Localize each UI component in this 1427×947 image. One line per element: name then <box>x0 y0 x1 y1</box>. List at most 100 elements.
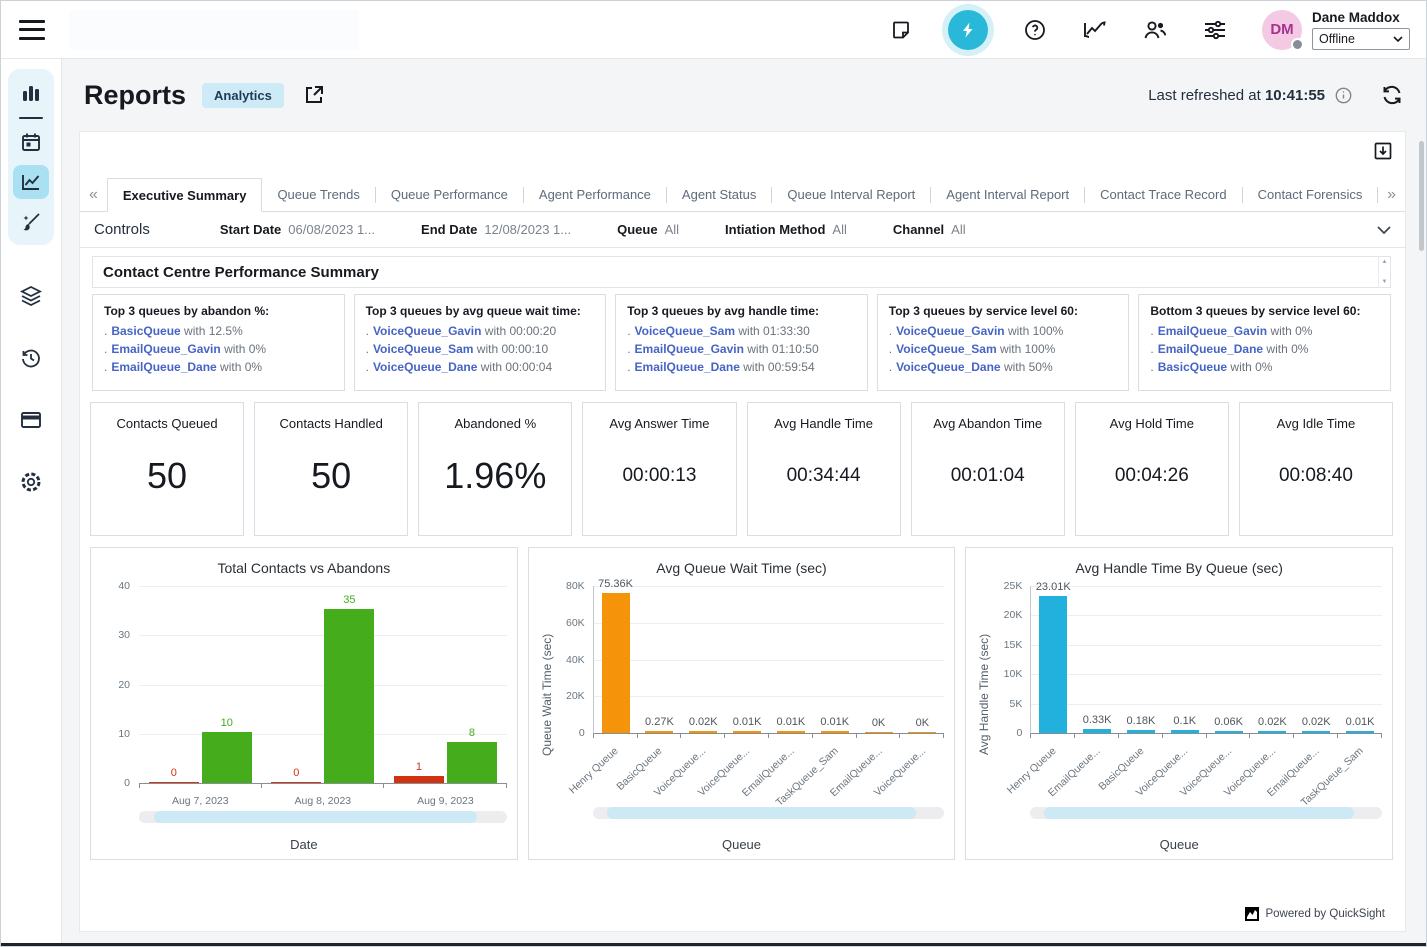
queue-link[interactable]: VoiceQueue_Sam <box>373 342 474 356</box>
agents-icon-svg <box>1142 18 1168 42</box>
sidebar-item-layers[interactable] <box>13 279 49 313</box>
tab-agent-interval-report[interactable]: Agent Interval Report <box>931 178 1084 211</box>
bar[interactable]: 0 <box>149 782 199 784</box>
chart-horizontal-scrollbar[interactable] <box>593 807 945 819</box>
bar[interactable]: 0.18K <box>1127 730 1155 733</box>
bar-value-label: 0K <box>916 717 929 729</box>
tab-queue-interval-report[interactable]: Queue Interval Report <box>772 178 930 211</box>
tab-queue-performance[interactable]: Queue Performance <box>376 178 523 211</box>
bar[interactable]: 10 <box>202 732 252 783</box>
quick-connect-bolt-icon[interactable] <box>948 10 988 50</box>
chart-avg-queue-wait-time: Avg Queue Wait Time (sec) Queue Wait Tim… <box>528 547 956 860</box>
queue-link[interactable]: VoiceQueue_Gavin <box>896 324 1005 338</box>
bar[interactable]: 1 <box>394 776 444 783</box>
queue-link[interactable]: EmailQueue_Gavin <box>635 342 744 356</box>
bar[interactable]: 0.01K <box>733 731 761 733</box>
sidebar-item-settings[interactable] <box>13 465 49 499</box>
summary-scrollbar[interactable]: ▲▼ <box>1378 257 1390 287</box>
sidebar-item-calendar[interactable] <box>13 125 49 159</box>
page-scrollbar[interactable] <box>1419 141 1424 251</box>
queue-link[interactable]: EmailQueue_Dane <box>1158 342 1263 356</box>
y-tick: 10K <box>1004 668 1023 680</box>
bar[interactable]: 0.1K <box>1171 730 1199 733</box>
sidebar-item-bar-chart[interactable] <box>13 77 49 111</box>
bar[interactable]: 35 <box>324 609 374 783</box>
bar[interactable]: 0.01K <box>821 731 849 733</box>
agents-icon[interactable] <box>1142 17 1168 43</box>
bar-value-label: 0.01K <box>820 716 849 728</box>
last-refreshed-text: Last refreshed at 10:41:55 <box>1148 87 1325 104</box>
tab-queue-trends[interactable]: Queue Trends <box>262 178 374 211</box>
x-tick-label: Henry Queue <box>567 745 621 796</box>
info-icon[interactable] <box>1335 87 1352 104</box>
bar[interactable]: 75.36K <box>602 593 630 733</box>
download-button[interactable] <box>1373 141 1393 161</box>
bar[interactable]: 0.02K <box>1302 731 1330 733</box>
queue-link[interactable]: EmailQueue_Dane <box>111 360 216 374</box>
filter-channel[interactable]: ChannelAll <box>893 222 966 237</box>
sidebar-item-line-chart[interactable] <box>13 165 49 199</box>
y-tick: 5K <box>1010 698 1023 710</box>
bar[interactable]: 0.02K <box>1258 731 1286 733</box>
sidebar-item-window[interactable] <box>13 403 49 437</box>
filter-queue[interactable]: QueueAll <box>617 222 679 237</box>
bar-value-label: 35 <box>343 594 355 606</box>
preferences-icon[interactable] <box>1202 17 1228 43</box>
queue-link[interactable]: VoiceQueue_Dane <box>896 360 1000 374</box>
queue-link[interactable]: VoiceQueue_Sam <box>635 324 736 338</box>
bar[interactable]: 0K <box>908 732 936 734</box>
queue-link[interactable]: EmailQueue_Gavin <box>1158 324 1267 338</box>
gear-icon <box>19 470 43 494</box>
bar-value-label: 0.1K <box>1173 715 1196 727</box>
bar[interactable]: 0.01K <box>1346 731 1374 733</box>
help-icon[interactable] <box>1022 17 1048 43</box>
chart-horizontal-scrollbar[interactable] <box>1030 807 1382 819</box>
queue-link[interactable]: VoiceQueue_Dane <box>373 360 477 374</box>
tabs-scroll-left-icon[interactable]: « <box>80 186 107 211</box>
bar[interactable]: 8 <box>447 742 497 783</box>
bar-slot: 0.01K <box>813 586 857 733</box>
metrics-icon[interactable] <box>1082 17 1108 43</box>
insight-card-title: Top 3 queues by avg handle time: <box>627 304 856 318</box>
avatar[interactable]: DM <box>1262 10 1302 50</box>
x-tick-label: Aug 8, 2023 <box>295 795 352 807</box>
notes-icon[interactable] <box>888 17 914 43</box>
bar[interactable]: 0.27K <box>645 731 673 733</box>
queue-link[interactable]: EmailQueue_Gavin <box>111 342 220 356</box>
sidebar-item-history[interactable] <box>13 341 49 375</box>
chart-horizontal-scrollbar[interactable] <box>139 811 507 823</box>
queue-link[interactable]: EmailQueue_Dane <box>635 360 740 374</box>
filter-start-date[interactable]: Start Date06/08/2023 1... <box>220 222 375 237</box>
hamburger-menu-icon[interactable] <box>19 20 45 40</box>
queue-link[interactable]: BasicQueue <box>111 324 180 338</box>
sidebar-item-brush[interactable] <box>13 205 49 239</box>
bar[interactable]: 0 <box>271 782 321 784</box>
bar-value-label: 0.01K <box>1346 716 1375 728</box>
status-select[interactable]: Offline <box>1312 28 1410 50</box>
filter-end-date[interactable]: End Date12/08/2023 1... <box>421 222 571 237</box>
queue-link[interactable]: VoiceQueue_Sam <box>896 342 997 356</box>
tab-contact-forensics[interactable]: Contact Forensics <box>1243 178 1378 211</box>
tab-contact-trace-record[interactable]: Contact Trace Record <box>1085 178 1241 211</box>
page-title: Reports <box>84 80 186 111</box>
tabs-scroll-right-icon[interactable]: » <box>1378 186 1405 211</box>
bar[interactable]: 0.06K <box>1215 731 1243 733</box>
user-name: Dane Maddox <box>1312 10 1410 25</box>
refresh-button[interactable] <box>1380 84 1404 106</box>
tab-agent-status[interactable]: Agent Status <box>667 178 771 211</box>
bar-value-label: 0 <box>293 767 299 779</box>
tab-bar: « Executive SummaryQueue TrendsQueue Per… <box>80 178 1405 212</box>
open-external-button[interactable] <box>302 83 326 107</box>
filter-intiation-method[interactable]: Intiation MethodAll <box>725 222 847 237</box>
controls-collapse-icon[interactable] <box>1377 226 1391 234</box>
bar[interactable]: 0.02K <box>689 731 717 733</box>
queue-link[interactable]: BasicQueue <box>1158 360 1227 374</box>
tab-agent-performance[interactable]: Agent Performance <box>524 178 666 211</box>
bar-value-label: 1 <box>416 761 422 773</box>
tab-executive-summary[interactable]: Executive Summary <box>107 178 263 212</box>
bar[interactable]: 0.33K <box>1083 729 1111 733</box>
queue-link[interactable]: VoiceQueue_Gavin <box>373 324 482 338</box>
bar[interactable]: 0.01K <box>777 731 805 733</box>
bar[interactable]: 23.01K <box>1039 596 1067 733</box>
bar[interactable]: 0K <box>865 732 893 734</box>
